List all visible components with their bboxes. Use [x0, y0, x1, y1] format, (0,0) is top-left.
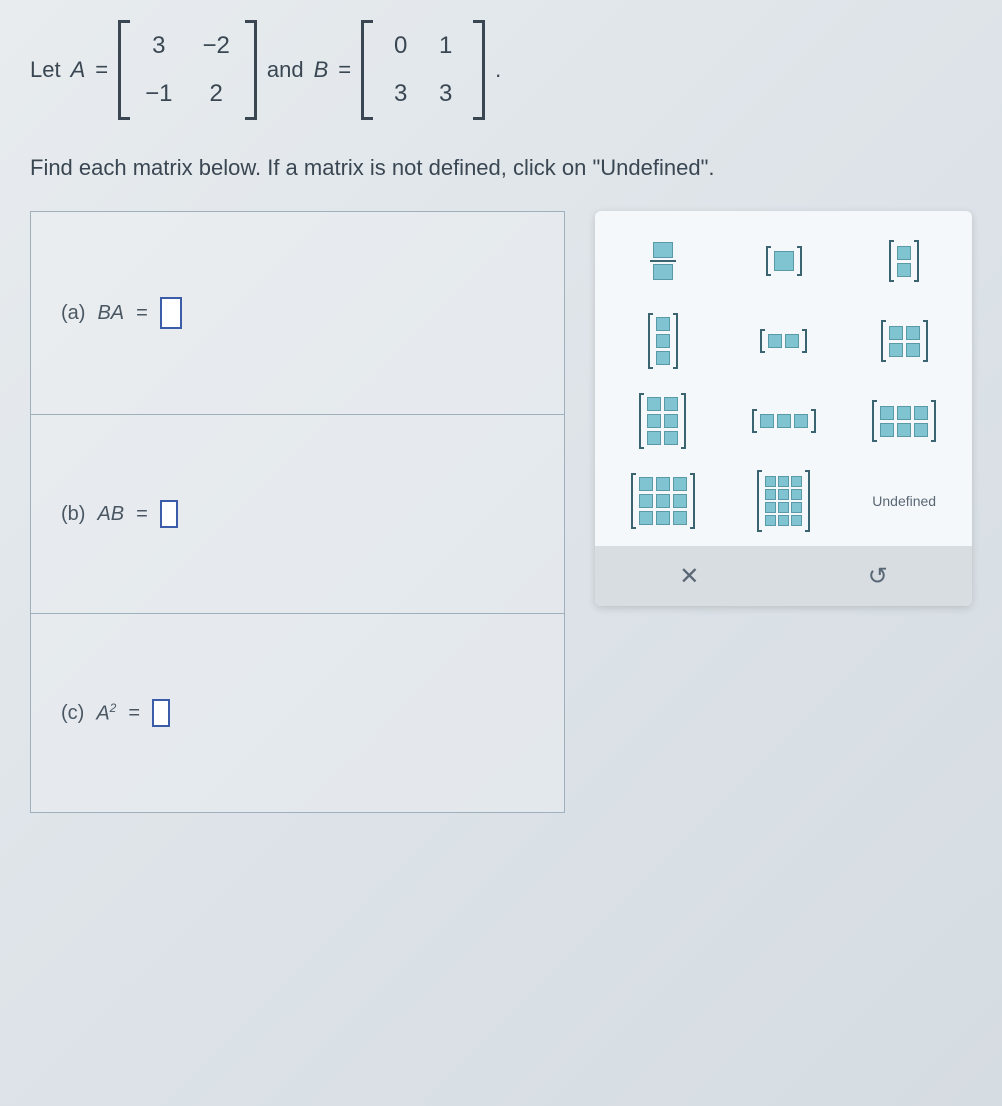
- equals-a: =: [95, 57, 108, 83]
- part-a-label: (a): [61, 302, 85, 325]
- part-c-row: (c) A2 =: [31, 614, 564, 812]
- palette-undefined[interactable]: Undefined: [874, 476, 934, 526]
- part-a-input[interactable]: [160, 297, 182, 329]
- B-cell-21: 3: [388, 80, 413, 108]
- B-cell-12: 1: [433, 32, 458, 60]
- part-b-label: (b): [61, 503, 85, 526]
- B-cell-11: 0: [388, 32, 413, 60]
- period: .: [495, 57, 501, 83]
- answer-panel: (a) BA = (b) AB = (c) A2 =: [30, 211, 565, 813]
- part-c-input[interactable]: [152, 699, 170, 727]
- part-c-label: (c): [61, 702, 84, 725]
- palette-3x2-matrix[interactable]: [633, 396, 693, 446]
- and-text: and: [267, 57, 304, 83]
- matrix-A: 3 −2 −1 2: [118, 20, 257, 120]
- part-c-eq: =: [128, 702, 140, 725]
- part-a-row: (a) BA =: [31, 212, 564, 415]
- part-b-input[interactable]: [160, 500, 178, 528]
- label-B: B: [314, 57, 329, 83]
- reset-icon: ↺: [868, 562, 888, 591]
- part-b-row: (b) AB =: [31, 415, 564, 614]
- close-icon: ✕: [679, 562, 699, 591]
- palette-3x1-matrix[interactable]: [633, 316, 693, 366]
- palette-3x3-matrix[interactable]: [633, 476, 693, 526]
- palette-1x1-matrix[interactable]: [754, 236, 814, 286]
- palette-2x1-matrix[interactable]: [874, 236, 934, 286]
- let-text: Let: [30, 57, 61, 83]
- part-b-expr: AB: [97, 503, 124, 526]
- equals-b: =: [338, 57, 351, 83]
- palette-4x3-matrix[interactable]: [754, 476, 814, 526]
- part-a-expr: BA: [97, 302, 124, 325]
- palette-close-button[interactable]: ✕: [669, 561, 709, 591]
- palette-1x3-matrix[interactable]: [754, 396, 814, 446]
- A-cell-11: 3: [145, 32, 172, 60]
- A-cell-12: −2: [203, 32, 230, 60]
- palette-footer: ✕ ↺: [595, 546, 972, 606]
- B-cell-22: 3: [433, 80, 458, 108]
- A-cell-22: 2: [203, 80, 230, 108]
- problem-statement: Let A = 3 −2 −1 2 and B = 0 1 3 3 .: [30, 20, 972, 181]
- part-b-eq: =: [136, 503, 148, 526]
- matrix-B: 0 1 3 3: [361, 20, 485, 120]
- matrix-definitions: Let A = 3 −2 −1 2 and B = 0 1 3 3 .: [30, 20, 972, 120]
- palette-1x2-matrix[interactable]: [754, 316, 814, 366]
- work-area: (a) BA = (b) AB = (c) A2 =: [30, 211, 972, 813]
- palette-2x3-matrix[interactable]: [874, 396, 934, 446]
- palette-reset-button[interactable]: ↺: [858, 561, 898, 591]
- input-palette: Undefined ✕ ↺: [595, 211, 972, 606]
- part-a-eq: =: [136, 302, 148, 325]
- part-c-expr: A2: [96, 701, 116, 726]
- palette-fraction[interactable]: [633, 236, 693, 286]
- label-A: A: [71, 57, 86, 83]
- instruction-text: Find each matrix below. If a matrix is n…: [30, 155, 972, 181]
- A-cell-21: −1: [145, 80, 172, 108]
- palette-2x2-matrix[interactable]: [874, 316, 934, 366]
